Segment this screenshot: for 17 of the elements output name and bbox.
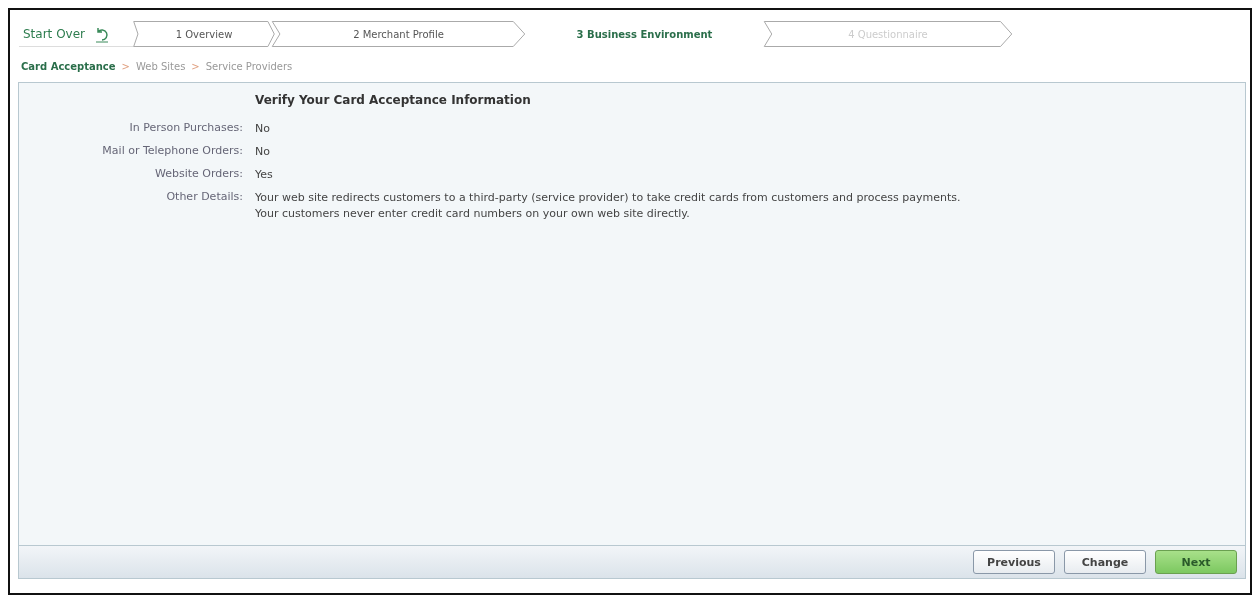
- field-label: Mail or Telephone Orders:: [101, 143, 243, 159]
- breadcrumb-separator: >: [191, 61, 200, 72]
- breadcrumb-separator: >: [121, 61, 130, 72]
- section-heading: Verify Your Card Acceptance Information: [255, 93, 532, 107]
- step-tab[interactable]: 2 Merchant Profile: [271, 21, 526, 47]
- nav-button[interactable]: Previous: [973, 550, 1055, 574]
- field-value: Your web site redirects customers to a third-party (service provider) to take credit cards from customers and process payments. Your customers never enter credit card numbers on your own web site directly.: [255, 189, 962, 222]
- nav-button[interactable]: Change: [1064, 550, 1146, 574]
- field-label: Website Orders:: [153, 166, 243, 182]
- nav-button[interactable]: Next: [1155, 550, 1237, 574]
- field-value: No: [255, 143, 271, 160]
- breadcrumb-link[interactable]: Card Acceptance: [21, 61, 116, 72]
- field-value: No: [255, 121, 271, 137]
- field-label: Other Details:: [165, 189, 243, 205]
- field-label: In Person Purchases:: [128, 121, 243, 136]
- field-value: Yes: [255, 166, 274, 183]
- step-tab[interactable]: 1 Overview: [133, 21, 275, 47]
